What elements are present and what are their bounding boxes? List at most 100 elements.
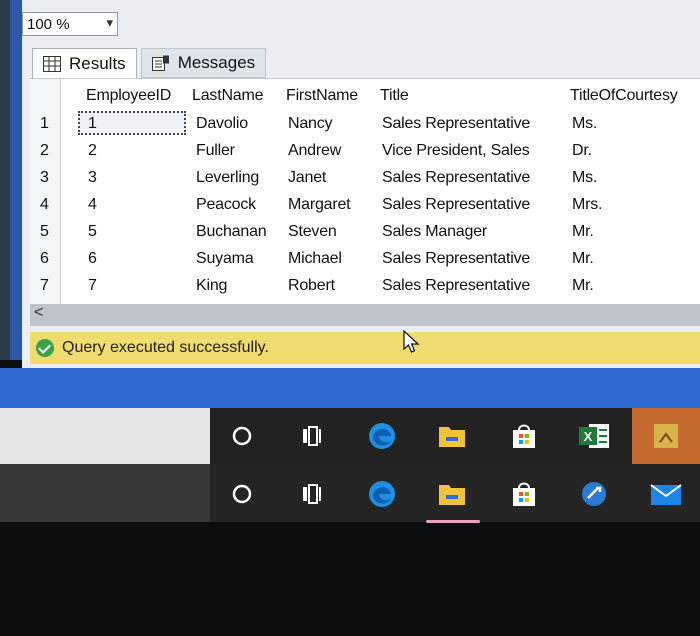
cell-titleofcourtesy[interactable]: Ms. (572, 169, 597, 187)
file-explorer-icon[interactable] (432, 474, 472, 514)
chevron-down-icon: ▾ (106, 15, 113, 30)
cell-lastname[interactable]: Peacock (196, 196, 256, 214)
file-explorer-icon[interactable] (432, 416, 472, 456)
results-grid[interactable]: EmployeeID LastName FirstName Title Titl… (30, 78, 700, 305)
column-header-employeeid[interactable]: EmployeeID (86, 87, 171, 105)
cell-lastname[interactable]: Fuller (196, 142, 235, 160)
mail-icon-graphic (650, 484, 682, 505)
excel-icon[interactable]: X (574, 416, 614, 456)
file-explorer-icon-graphic (439, 427, 465, 447)
scroll-left-icon[interactable]: < (34, 304, 43, 322)
edge-icon[interactable] (362, 474, 402, 514)
cell-title[interactable]: Vice President, Sales (382, 142, 530, 160)
taskbar-search-box[interactable] (0, 408, 210, 464)
cell-title[interactable]: Sales Manager (382, 223, 487, 241)
cell-employeeid[interactable]: 6 (88, 250, 97, 268)
row-number[interactable]: 5 (40, 223, 49, 241)
cell-titleofcourtesy[interactable]: Mr. (572, 250, 594, 268)
row-number[interactable]: 6 (40, 250, 49, 268)
cell-lastname[interactable]: King (196, 277, 227, 295)
cell-titleofcourtesy[interactable]: Ms. (572, 115, 597, 133)
grid-icon (43, 55, 61, 72)
cell-titleofcourtesy[interactable]: Mr. (572, 277, 594, 295)
cell-firstname[interactable]: Michael (288, 250, 342, 268)
app-tile-icon[interactable] (632, 408, 700, 464)
cell-firstname[interactable]: Janet (288, 169, 326, 187)
store-icon-graphic (513, 482, 535, 506)
column-header-lastname[interactable]: LastName (192, 87, 264, 105)
cell-title[interactable]: Sales Representative (382, 250, 530, 268)
taskbar-search-box-dark[interactable] (0, 464, 210, 522)
row-header-column (30, 79, 61, 305)
cell-employeeid[interactable]: 5 (88, 223, 97, 241)
mail-icon[interactable] (646, 474, 686, 514)
remote-tool-icon-graphic (582, 482, 606, 506)
row-number[interactable]: 3 (40, 169, 49, 187)
cell-titleofcourtesy[interactable]: Mr. (572, 223, 594, 241)
store-icon[interactable] (504, 474, 544, 514)
cell-lastname[interactable]: Davolio (196, 115, 248, 133)
task-view-icon[interactable] (292, 474, 332, 514)
edge-icon-graphic (369, 423, 395, 449)
cell-title[interactable]: Sales Representative (382, 277, 530, 295)
row-number[interactable]: 1 (40, 115, 49, 133)
cell-firstname[interactable]: Steven (288, 223, 337, 241)
column-header-title[interactable]: Title (380, 87, 409, 105)
mouse-cursor-icon (403, 330, 420, 353)
row-number[interactable]: 4 (40, 196, 49, 214)
tab-messages-label: Messages (177, 53, 256, 72)
cortana-icon-graphic (232, 484, 252, 504)
status-text: Query executed successfully. (62, 339, 269, 356)
horizontal-scrollbar[interactable]: < (30, 304, 700, 326)
tab-messages[interactable]: Messages (140, 48, 267, 78)
cortana-icon[interactable] (222, 416, 262, 456)
cell-employeeid[interactable]: 7 (88, 277, 97, 295)
success-check-icon (36, 339, 54, 357)
excel-icon-label: X (584, 429, 593, 444)
cell-firstname[interactable]: Andrew (288, 142, 341, 160)
cell-title[interactable]: Sales Representative (382, 196, 530, 214)
app-tile-graphic (654, 424, 678, 448)
cortana-icon-graphic (232, 426, 252, 446)
cell-firstname[interactable]: Margaret (288, 196, 351, 214)
task-view-icon[interactable] (292, 416, 332, 456)
column-header-titleofcourtesy[interactable]: TitleOfCourtesy (570, 87, 678, 105)
zoom-value: 100 % (27, 15, 70, 33)
zoom-dropdown[interactable]: 100 % ▾ (22, 12, 118, 36)
tab-results-label: Results (69, 53, 126, 73)
cell-firstname[interactable]: Robert (288, 277, 335, 295)
excel-icon-graphic: X (579, 424, 609, 448)
row-number[interactable]: 7 (40, 277, 49, 295)
cell-title[interactable]: Sales Representative (382, 169, 530, 187)
desktop-background-strip (0, 368, 700, 408)
cell-lastname[interactable]: Leverling (196, 169, 259, 187)
cell-title[interactable]: Sales Representative (382, 115, 530, 133)
cortana-icon[interactable] (222, 474, 262, 514)
cell-employeeid[interactable]: 1 (88, 115, 97, 133)
file-explorer-active-indicator (426, 520, 480, 523)
edge-icon-graphic (369, 481, 395, 507)
row-number[interactable]: 2 (40, 142, 49, 160)
messages-icon (151, 55, 169, 71)
task-view-icon-graphic (303, 426, 321, 446)
edge-icon[interactable] (362, 416, 402, 456)
store-icon-graphic (513, 424, 535, 448)
window-edge (10, 0, 22, 360)
file-explorer-icon-graphic (439, 485, 465, 505)
tab-results[interactable]: Results (32, 48, 137, 78)
cell-employeeid[interactable]: 4 (88, 196, 97, 214)
cell-employeeid[interactable]: 3 (88, 169, 97, 187)
cell-titleofcourtesy[interactable]: Dr. (572, 142, 592, 160)
cell-titleofcourtesy[interactable]: Mrs. (572, 196, 603, 214)
task-view-icon-graphic (303, 484, 321, 504)
results-tabs: Results Messages (32, 44, 267, 78)
ssms-results-window: 100 % ▾ Results Messages EmployeeID Last… (22, 0, 700, 368)
cell-lastname[interactable]: Suyama (196, 250, 254, 268)
cell-lastname[interactable]: Buchanan (196, 223, 267, 241)
column-header-firstname[interactable]: FirstName (286, 87, 358, 105)
cell-employeeid[interactable]: 2 (88, 142, 97, 160)
cell-firstname[interactable]: Nancy (288, 115, 333, 133)
status-bar: Query executed successfully. (30, 332, 700, 364)
remote-tool-icon[interactable] (574, 474, 614, 514)
store-icon[interactable] (504, 416, 544, 456)
